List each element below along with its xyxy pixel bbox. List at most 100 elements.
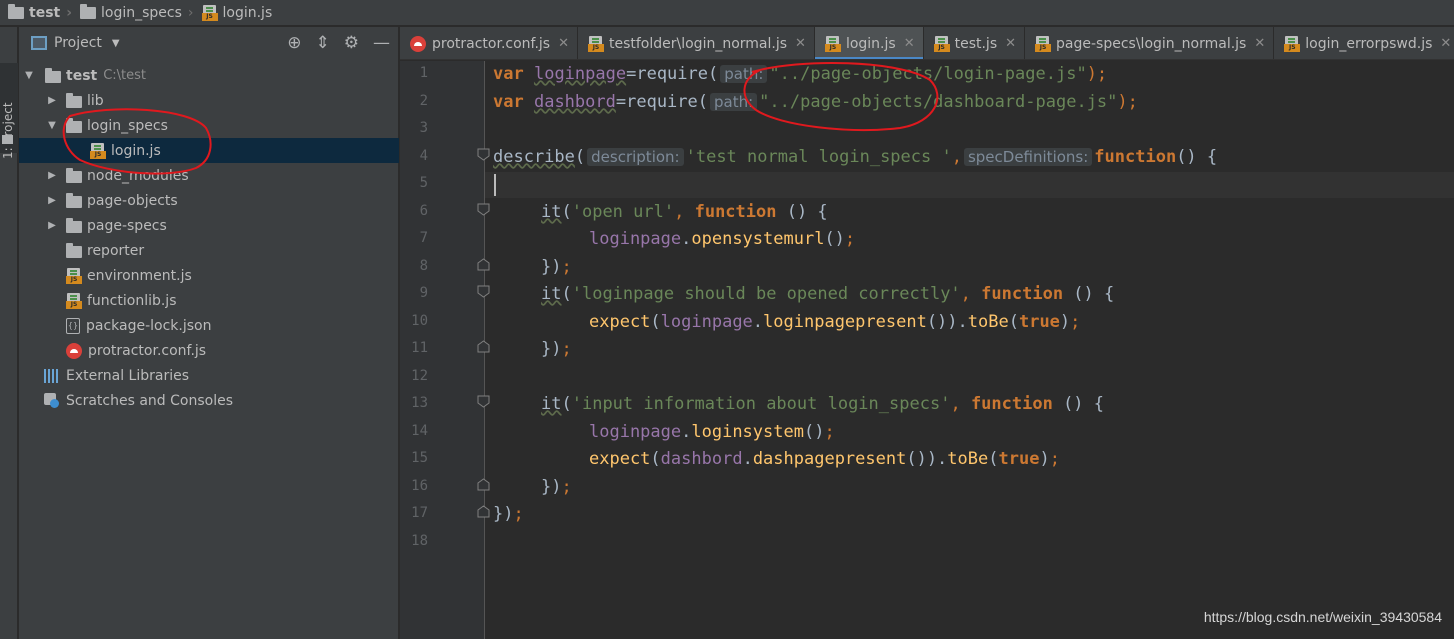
code-token: ); bbox=[1117, 92, 1138, 112]
fold-open-icon[interactable] bbox=[477, 395, 490, 408]
tree-item-environment-js[interactable]: JS environment.js bbox=[19, 263, 399, 288]
tab-login-errorpswd-js[interactable]: JS login_errorpswd.js ✕ bbox=[1274, 27, 1454, 59]
code-line-8: }); bbox=[541, 254, 572, 281]
tree-item-package-lock-json[interactable]: {} package-lock.json bbox=[19, 313, 399, 338]
tree-item-root[interactable]: ▼ test C:\test bbox=[19, 63, 399, 88]
tab-test-js[interactable]: JS test.js ✕ bbox=[924, 27, 1026, 59]
fold-close-icon[interactable] bbox=[477, 478, 490, 491]
code-token: function bbox=[981, 284, 1064, 304]
line-number: 18 bbox=[411, 533, 428, 549]
close-icon[interactable]: ✕ bbox=[904, 36, 915, 51]
collapsed-arrow-icon[interactable]: ▶ bbox=[46, 95, 58, 106]
code-token: , bbox=[950, 394, 961, 414]
breadcrumb-item-login-specs[interactable]: login_specs › bbox=[76, 0, 198, 26]
fold-open-icon[interactable] bbox=[477, 148, 490, 161]
tree-item-reporter[interactable]: reporter bbox=[19, 238, 399, 263]
code-token: , bbox=[951, 147, 962, 167]
project-view-selector[interactable]: Project bbox=[54, 35, 102, 51]
code-token: ()). bbox=[926, 312, 968, 332]
tree-item-label: reporter bbox=[87, 242, 145, 259]
locate-icon[interactable]: ⊕ bbox=[287, 33, 301, 53]
chevron-down-icon[interactable]: ▼ bbox=[112, 38, 120, 49]
collapsed-arrow-icon[interactable]: ▶ bbox=[46, 195, 58, 206]
code-token: . bbox=[752, 312, 764, 332]
close-icon[interactable]: ✕ bbox=[1440, 36, 1451, 51]
code-token: , bbox=[960, 284, 971, 304]
code-token: function bbox=[694, 202, 777, 222]
code-token: loginpage bbox=[533, 64, 627, 84]
tree-item-scratches-and-consoles[interactable]: Scratches and Consoles bbox=[19, 388, 399, 413]
collapsed-arrow-icon[interactable]: ▶ bbox=[46, 220, 58, 231]
collapse-all-icon[interactable]: ⇕ bbox=[316, 33, 330, 53]
code-token: () { bbox=[1052, 394, 1105, 414]
project-tool-tab-label: 1: Project bbox=[1, 102, 15, 159]
tree-item-label: lib bbox=[87, 92, 104, 109]
code-token: . bbox=[681, 229, 692, 249]
settings-icon[interactable]: ⚙ bbox=[344, 33, 359, 53]
close-icon[interactable]: ✕ bbox=[795, 36, 806, 51]
js-file-icon: JS bbox=[1035, 35, 1052, 52]
js-file-icon: JS bbox=[1284, 35, 1301, 52]
line-number: 12 bbox=[411, 368, 428, 384]
code-token: function bbox=[1094, 147, 1177, 167]
fold-open-icon[interactable] bbox=[477, 203, 490, 216]
js-file-icon: JS bbox=[824, 35, 841, 52]
code-token: var bbox=[493, 64, 524, 84]
tree-item-label: page-objects bbox=[87, 192, 178, 209]
tree-item-login-js[interactable]: JS login.js bbox=[19, 138, 399, 163]
code-token: ; bbox=[513, 504, 524, 524]
line-number: 13 bbox=[411, 395, 428, 411]
close-icon[interactable]: ✕ bbox=[558, 36, 569, 51]
fold-close-icon[interactable] bbox=[477, 505, 490, 518]
fold-open-icon[interactable] bbox=[477, 285, 490, 298]
code-token: loginpage bbox=[589, 229, 682, 249]
tree-item-login-specs[interactable]: ▼ login_specs bbox=[19, 113, 399, 138]
close-icon[interactable]: ✕ bbox=[1254, 36, 1265, 51]
fold-close-icon[interactable] bbox=[477, 258, 490, 271]
tab-testfolder-login-normal-js[interactable]: JS testfolder\login_normal.js ✕ bbox=[578, 27, 815, 59]
tree-item-protractor-conf-js[interactable]: protractor.conf.js bbox=[19, 338, 399, 363]
tree-item-label: environment.js bbox=[87, 267, 192, 284]
tree-item-node-modules[interactable]: ▶ node_modules bbox=[19, 163, 399, 188]
code-token: expect bbox=[589, 449, 651, 469]
tree-item-external-libraries[interactable]: External Libraries bbox=[19, 363, 399, 388]
code-editor[interactable]: 1 2 3 4 5 6 7 8 9 10 11 12 13 14 15 16 1… bbox=[400, 61, 1454, 639]
hide-icon[interactable]: — bbox=[373, 33, 390, 53]
breadcrumb-item-test[interactable]: test › bbox=[4, 0, 76, 26]
tree-item-label: login.js bbox=[111, 142, 161, 159]
text-cursor bbox=[494, 174, 496, 196]
code-line-13: it('input information about login_specs'… bbox=[541, 391, 1104, 418]
tree-item-functionlib-js[interactable]: JS functionlib.js bbox=[19, 288, 399, 313]
folder-icon bbox=[2, 135, 13, 144]
code-line-4: describe(description:'test normal login_… bbox=[493, 144, 1217, 171]
code-token: ; bbox=[1049, 449, 1060, 469]
tool-window-strip: 1: Project bbox=[0, 27, 18, 639]
line-number: 2 bbox=[419, 93, 428, 109]
breadcrumb-label: test bbox=[29, 4, 61, 21]
code-token: ; bbox=[1070, 312, 1081, 332]
code-token: describe bbox=[493, 147, 575, 167]
tab-protractor-conf-js[interactable]: protractor.conf.js ✕ bbox=[400, 27, 578, 59]
tab-login-js[interactable]: JS login.js ✕ bbox=[814, 27, 924, 59]
code-token: function bbox=[970, 394, 1053, 414]
code-token: ( bbox=[561, 394, 572, 414]
code-line-6: it('open url', function () { bbox=[541, 199, 828, 226]
collapsed-arrow-icon[interactable]: ▶ bbox=[46, 170, 58, 181]
code-token: ; bbox=[561, 339, 572, 359]
js-file-icon: JS bbox=[90, 142, 106, 159]
expanded-arrow-icon[interactable]: ▼ bbox=[46, 120, 58, 131]
tree-item-page-specs[interactable]: ▶ page-specs bbox=[19, 213, 399, 238]
code-token: }) bbox=[541, 339, 562, 359]
close-icon[interactable]: ✕ bbox=[1005, 36, 1016, 51]
expanded-arrow-icon[interactable]: ▼ bbox=[23, 70, 35, 81]
breadcrumb-item-login-js[interactable]: JS login.js bbox=[198, 0, 277, 26]
editor-tabs: protractor.conf.js ✕ JS testfolder\login… bbox=[400, 27, 1454, 60]
tree-item-lib[interactable]: ▶ lib bbox=[19, 88, 399, 113]
tab-page-specs-login-normal-js[interactable]: JS page-specs\login_normal.js ✕ bbox=[1025, 27, 1275, 59]
tree-item-page-objects[interactable]: ▶ page-objects bbox=[19, 188, 399, 213]
fold-close-icon[interactable] bbox=[477, 340, 490, 353]
code-token: 'input information about login_specs' bbox=[571, 394, 951, 414]
tree-item-path: C:\test bbox=[103, 68, 147, 83]
code-token: true bbox=[1018, 312, 1060, 332]
code-token: ) bbox=[1039, 449, 1050, 469]
